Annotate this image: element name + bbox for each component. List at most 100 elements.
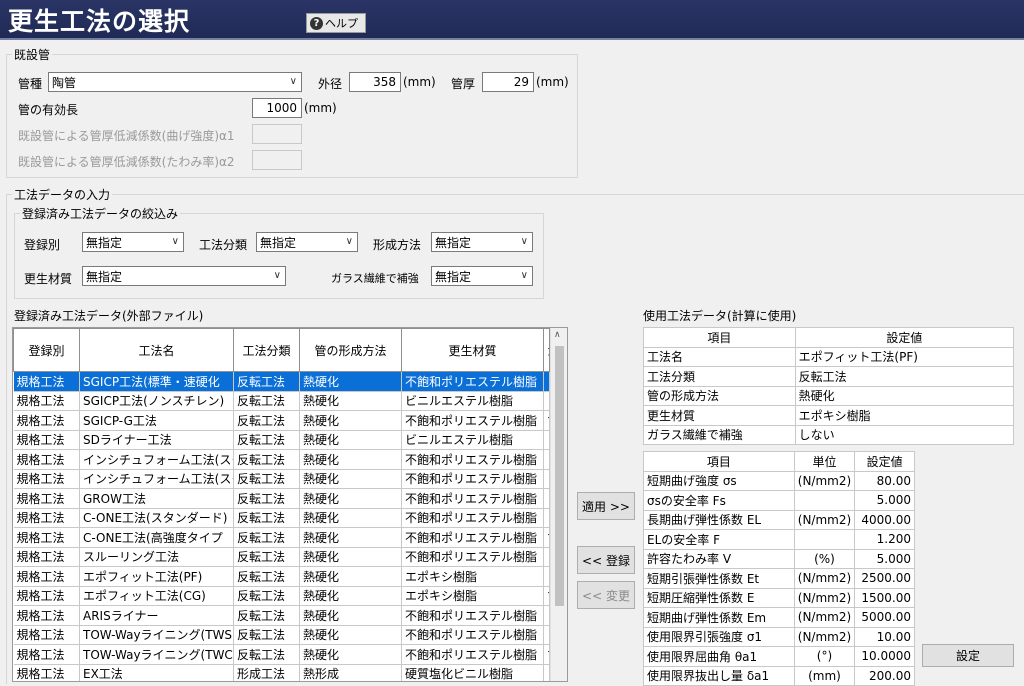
table-row[interactable]: 規格工法ARISライナー反転工法熱硬化不飽和ポリエステル樹脂し <box>13 605 550 626</box>
filter-reg-label: 登録別 <box>24 238 61 252</box>
pipe-type-select[interactable]: 陶管 ∨ <box>48 72 302 92</box>
table-cell: す <box>543 586 550 606</box>
table-cell: 反転工法 <box>233 410 300 431</box>
table-cell: 硬質塩化ビニル樹脂 <box>401 664 544 681</box>
alpha2-input <box>252 150 302 170</box>
table-cell: SGICP工法(標準・速硬化 <box>79 371 234 392</box>
apply-button[interactable]: 適用 >> <box>577 492 635 520</box>
set-button[interactable]: 設定 <box>922 644 1014 667</box>
table-row[interactable]: 規格工法GROW工法反転工法熱硬化不飽和ポリエステル樹脂し <box>13 488 550 509</box>
table-row[interactable]: 規格工法インシチュフォーム工法(スタン反転工法熱硬化不飽和ポリエステル樹脂し <box>13 469 550 489</box>
param-value[interactable]: 200.00 <box>854 665 915 686</box>
param-row: 使用限界抜出し量 δa1 (mm) 200.00 <box>643 665 915 686</box>
scrollbar-thumb[interactable] <box>555 346 564 606</box>
table-row[interactable]: 規格工法スルーリング工法反転工法熱硬化不飽和ポリエステル樹脂し <box>13 547 550 567</box>
table-row[interactable]: 規格工法SGICP-G工法反転工法熱硬化不飽和ポリエステル樹脂す <box>13 410 550 431</box>
change-button: << 変更 <box>577 581 635 609</box>
table-cell: 反転工法 <box>233 625 300 645</box>
filter-reg-select[interactable]: 無指定 ∨ <box>82 232 184 252</box>
filter-material-value: 無指定 <box>86 269 123 284</box>
param-value[interactable]: 5000.00 <box>854 607 915 628</box>
param-unit: (mm) <box>793 665 856 686</box>
help-label: ヘルプ <box>325 17 358 30</box>
outer-diameter-input[interactable]: 358 <box>349 72 401 92</box>
chevron-down-icon: ∨ <box>171 236 179 247</box>
filter-form-value: 無指定 <box>435 235 472 250</box>
param-value[interactable]: 5.000 <box>854 548 915 569</box>
registered-col-header[interactable]: 登録別 <box>13 328 80 372</box>
alpha2-label: 既設管による管厚低減係数(たわみ率)α2 <box>18 155 235 169</box>
used-row: ガラス繊維で補強 しない <box>643 424 1015 445</box>
register-button[interactable]: << 登録 <box>577 546 635 574</box>
table-row[interactable]: 規格工法C-ONE工法(スタンダード)反転工法熱硬化不飽和ポリエステル樹脂し <box>13 508 550 528</box>
table-cell: 不飽和ポリエステル樹脂 <box>401 371 544 392</box>
param-item: 短期曲げ強度 σs <box>643 470 795 491</box>
filter-glass-select[interactable]: 無指定 ∨ <box>431 266 533 286</box>
used-value: 熱硬化 <box>794 385 1015 406</box>
thickness-unit: (mm) <box>536 75 569 89</box>
thickness-input[interactable]: 29 <box>482 72 534 92</box>
table-cell: し <box>543 371 550 392</box>
param-unit: (%) <box>793 548 856 569</box>
param-value[interactable]: 80.00 <box>854 470 915 491</box>
help-button[interactable]: ? ヘルプ <box>306 13 366 33</box>
length-input[interactable]: 1000 <box>252 98 302 118</box>
table-cell: し <box>543 508 550 528</box>
filter-reg-value: 無指定 <box>86 235 123 250</box>
table-cell: 熱硬化 <box>299 430 402 450</box>
param-value[interactable]: 10.0000 <box>854 646 915 667</box>
table-row[interactable]: 規格工法EX工法形成工法熱形成硬質塩化ビニル樹脂し <box>13 664 550 681</box>
used-row: 工法分類 反転工法 <box>643 366 1015 387</box>
param-value[interactable]: 1.200 <box>854 529 915 550</box>
table-cell: 熱硬化 <box>299 625 402 645</box>
registered-scrollbar[interactable]: ∧ <box>550 328 567 681</box>
table-row[interactable]: 規格工法SGICP工法(ノンスチレン)反転工法熱硬化ビニルエステル樹脂し <box>13 391 550 411</box>
help-icon: ? <box>310 16 323 30</box>
registered-col-header[interactable]: 更生材質 <box>401 328 544 372</box>
table-row[interactable]: 規格工法TOW-Wayライニング(TWC反転工法熱硬化不飽和ポリエステル樹脂す <box>13 644 550 665</box>
table-row[interactable]: 規格工法エポフィット工法(CG)反転工法熱硬化エポキシ樹脂す <box>13 586 550 606</box>
registered-col-header[interactable]: ガ <box>543 328 550 372</box>
table-cell: 規格工法 <box>13 410 80 431</box>
param-value[interactable]: 10.00 <box>854 626 915 647</box>
method-input-legend: 工法データの入力 <box>12 186 113 203</box>
table-row[interactable]: 規格工法C-ONE工法(高強度タイプ反転工法熱硬化不飽和ポリエステル樹脂す <box>13 527 550 548</box>
table-cell: 規格工法 <box>13 527 80 548</box>
param-unit <box>793 529 856 550</box>
table-cell: す <box>543 410 550 431</box>
param-value[interactable]: 2500.00 <box>854 568 915 589</box>
param-value[interactable]: 5.000 <box>854 490 915 511</box>
param-value[interactable]: 1500.00 <box>854 587 915 608</box>
table-row[interactable]: 規格工法エポフィット工法(PF)反転工法熱硬化エポキシ樹脂し <box>13 566 550 587</box>
filter-form-select[interactable]: 無指定 ∨ <box>431 232 533 252</box>
scroll-up-icon[interactable]: ∧ <box>554 330 561 340</box>
table-cell: 不飽和ポリエステル樹脂 <box>401 488 544 509</box>
table-cell: し <box>543 566 550 587</box>
table-row[interactable]: 規格工法インシチュフォーム工法(スタン反転工法熱硬化不飽和ポリエステル樹脂し <box>13 449 550 470</box>
filter-material-select[interactable]: 無指定 ∨ <box>82 266 286 286</box>
table-cell: 規格工法 <box>13 547 80 567</box>
registered-col-header[interactable]: 管の形成方法 <box>299 328 402 372</box>
table-cell: 反転工法 <box>233 527 300 548</box>
params-col-value: 設定値 <box>854 451 915 472</box>
param-item: 許容たわみ率 V <box>643 548 795 569</box>
table-cell: 熱硬化 <box>299 644 402 665</box>
chevron-down-icon: ∨ <box>289 76 297 87</box>
filter-glass-value: 無指定 <box>435 269 472 284</box>
filter-class-select[interactable]: 無指定 ∨ <box>256 232 358 252</box>
table-row[interactable]: 規格工法TOW-Wayライニング(TWS反転工法熱硬化不飽和ポリエステル樹脂し <box>13 625 550 645</box>
registered-col-header[interactable]: 工法名 <box>79 328 234 372</box>
table-row[interactable]: 規格工法SDライナー工法反転工法熱硬化ビニルエステル樹脂し <box>13 430 550 450</box>
chevron-down-icon: ∨ <box>520 270 528 281</box>
filter-material-label: 更生材質 <box>24 272 73 286</box>
param-row: 短期圧縮弾性係数 E (N/mm2) 1500.00 <box>643 587 915 608</box>
table-cell: 反転工法 <box>233 449 300 470</box>
registered-col-header[interactable]: 工法分類 <box>233 328 300 372</box>
outer-diameter-unit: (mm) <box>403 75 436 89</box>
table-cell: 熱形成 <box>299 664 402 681</box>
outer-diameter-label: 外径 <box>318 77 343 91</box>
param-value[interactable]: 4000.00 <box>854 509 915 530</box>
table-row[interactable]: 規格工法SGICP工法(標準・速硬化反転工法熱硬化不飽和ポリエステル樹脂し <box>13 371 550 392</box>
used-value: しない <box>794 424 1015 445</box>
param-row: ELの安全率 F 1.200 <box>643 529 915 550</box>
